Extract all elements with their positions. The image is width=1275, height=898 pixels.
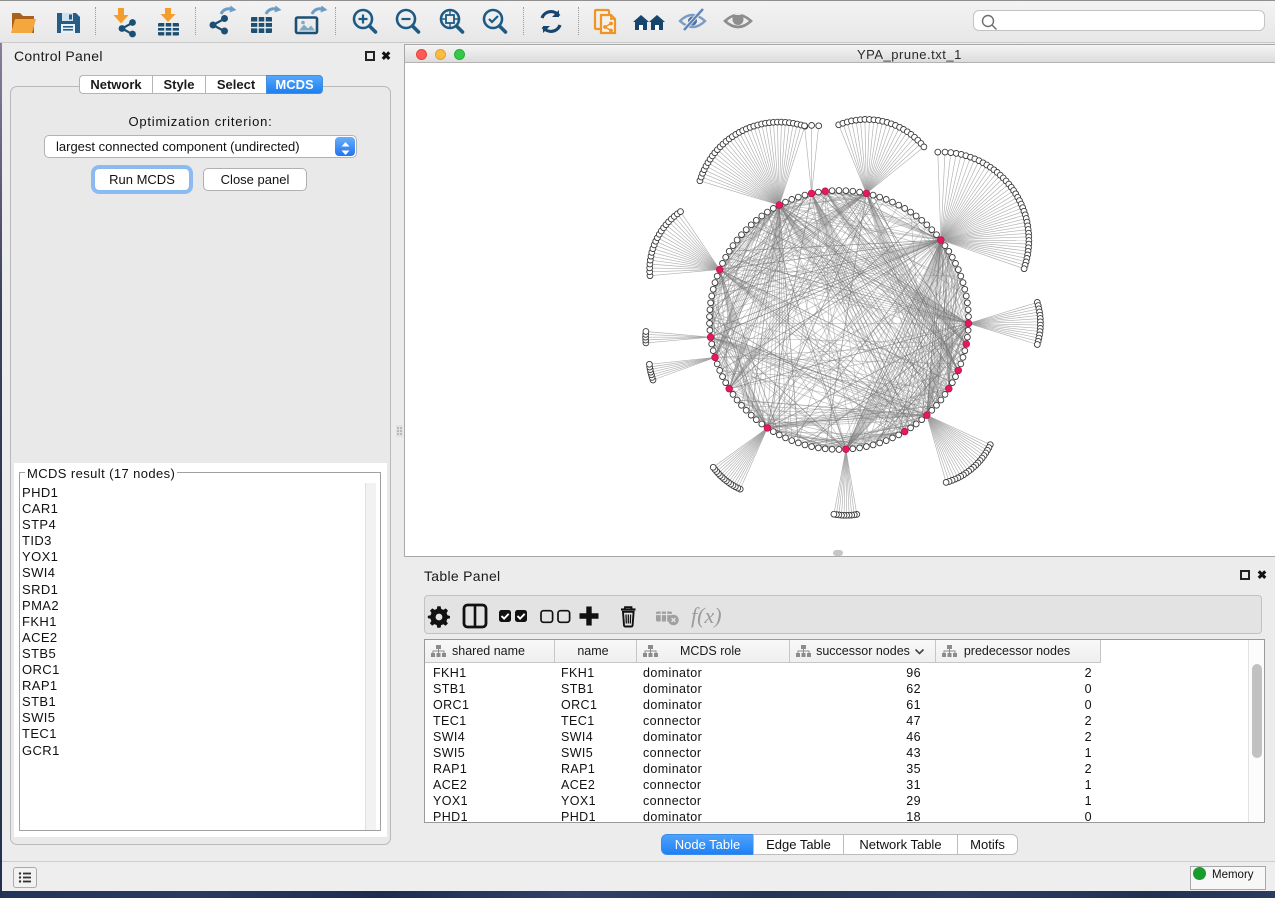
svg-text:f(x): f(x) [691,603,722,628]
